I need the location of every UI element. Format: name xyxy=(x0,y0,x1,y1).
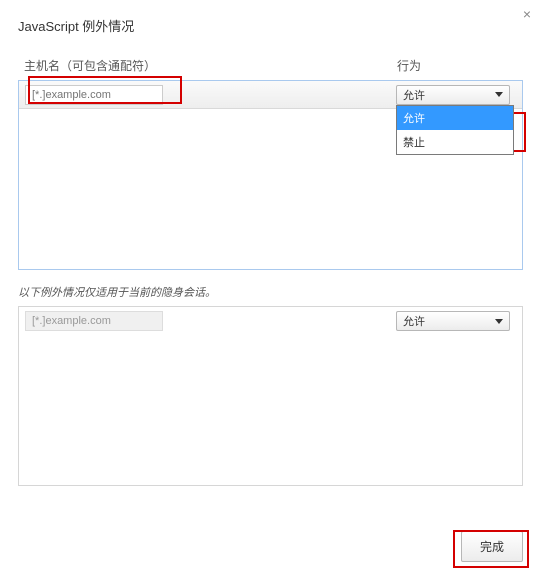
action-cell: 允许 xyxy=(396,311,516,331)
dialog-title: JavaScript 例外情况 xyxy=(18,16,523,35)
exceptions-panel: 允许 允许 禁止 xyxy=(18,80,523,270)
dropdown-option-block[interactable]: 禁止 xyxy=(397,130,513,154)
column-headers: 主机名（可包含通配符） 行为 xyxy=(18,57,523,74)
javascript-exceptions-dialog: × JavaScript 例外情况 主机名（可包含通配符） 行为 允许 允许 禁… xyxy=(0,0,541,576)
host-cell: [*.]example.com xyxy=(25,311,396,331)
dropdown-option-allow[interactable]: 允许 xyxy=(397,106,513,130)
action-cell: 允许 允许 禁止 xyxy=(396,85,516,105)
incognito-hostname-input[interactable]: [*.]example.com xyxy=(25,311,163,331)
chevron-down-icon xyxy=(495,92,503,97)
chevron-down-icon xyxy=(495,319,503,324)
incognito-action-dropdown[interactable]: 允许 xyxy=(396,311,510,331)
done-button[interactable]: 完成 xyxy=(461,531,523,562)
incognito-exceptions-panel: [*.]example.com 允许 xyxy=(18,306,523,486)
incognito-exception-row: [*.]example.com 允许 xyxy=(19,307,522,335)
exception-row: 允许 允许 禁止 xyxy=(19,81,522,109)
action-dropdown-button[interactable]: 允许 xyxy=(396,85,510,105)
incognito-note: 以下例外情况仅适用于当前的隐身会话。 xyxy=(18,284,523,300)
dialog-footer: 完成 xyxy=(461,531,523,562)
action-dropdown[interactable]: 允许 允许 禁止 xyxy=(396,85,510,105)
incognito-action-dropdown-button[interactable]: 允许 xyxy=(396,311,510,331)
column-header-action: 行为 xyxy=(397,57,517,74)
hostname-input[interactable] xyxy=(25,85,163,105)
column-header-hostname: 主机名（可包含通配符） xyxy=(24,57,397,74)
close-icon[interactable]: × xyxy=(523,6,531,22)
action-dropdown-selected: 允许 xyxy=(403,87,425,103)
action-dropdown-list: 允许 禁止 xyxy=(396,105,514,155)
host-cell xyxy=(25,85,396,105)
incognito-action-dropdown-selected: 允许 xyxy=(403,313,425,329)
